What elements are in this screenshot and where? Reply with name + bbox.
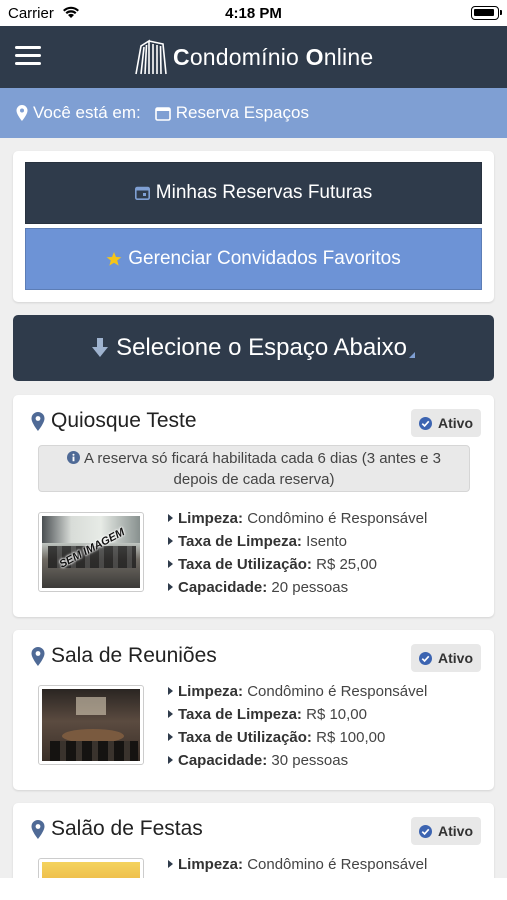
property-row: Capacidade: 30 pessoas <box>168 749 427 772</box>
space-thumbnail[interactable]: SEM IMAGEM <box>38 512 144 592</box>
top-navbar: Condomínio Online <box>0 26 507 88</box>
caret-right-icon <box>168 514 173 522</box>
clock: 4:18 PM <box>225 5 282 22</box>
map-pin-icon <box>31 411 45 431</box>
space-title: Sala de Reuniões <box>31 644 217 668</box>
reservation-notice: A reserva só ficará habilitada cada 6 di… <box>38 445 470 492</box>
party-hall-photo <box>42 862 140 878</box>
info-icon <box>67 451 81 464</box>
space-thumbnail[interactable] <box>38 858 144 878</box>
check-circle-icon <box>419 824 432 838</box>
space-name: Sala de Reuniões <box>51 644 217 667</box>
map-pin-icon <box>16 105 28 121</box>
property-row: Taxa de Utilização: R$ 100,00 <box>168 726 427 749</box>
caret-right-icon <box>168 860 173 868</box>
status-badge: Ativo <box>411 817 481 845</box>
breadcrumb-current[interactable]: Reserva Espaços <box>176 103 309 123</box>
favorite-guests-label: Gerenciar Convidados Favoritos <box>128 248 401 269</box>
star-icon <box>106 252 122 266</box>
space-title: Salão de Festas <box>31 817 203 841</box>
caret-right-icon <box>168 560 173 568</box>
meeting-room-photo <box>42 689 140 761</box>
space-card[interactable]: Quiosque Teste Ativo A reserva só ficará… <box>13 395 494 617</box>
status-label: Ativo <box>438 415 473 431</box>
main-content: Minhas Reservas Futuras Gerenciar Convid… <box>0 138 507 878</box>
space-name: Salão de Festas <box>51 817 203 840</box>
favorite-guests-button[interactable]: Gerenciar Convidados Favoritos <box>25 228 482 290</box>
brand-name: Condomínio Online <box>173 43 374 70</box>
space-properties: Limpeza: Condômino é Responsável <box>168 853 427 876</box>
space-name: Quiosque Teste <box>51 409 197 432</box>
caret-right-icon <box>168 583 173 591</box>
future-reservations-label: Minhas Reservas Futuras <box>155 182 373 203</box>
status-label: Ativo <box>438 823 473 839</box>
actions-panel: Minhas Reservas Futuras Gerenciar Convid… <box>13 151 494 302</box>
select-space-label: Selecione o Espaço Abaixo <box>116 334 407 361</box>
caret-right-icon <box>168 733 173 741</box>
breadcrumb-prefix: Você está em: <box>33 103 141 122</box>
map-pin-icon <box>31 646 45 666</box>
breadcrumb: Você está em: Reserva Espaços <box>0 88 507 138</box>
calendar-icon <box>134 186 150 200</box>
caret-right-icon <box>168 687 173 695</box>
property-row: Taxa de Utilização: R$ 25,00 <box>168 553 427 576</box>
property-row: Limpeza: Condômino é Responsável <box>168 680 427 703</box>
property-row: Taxa de Limpeza: Isento <box>168 530 427 553</box>
caret-right-icon <box>168 756 173 764</box>
space-thumbnail[interactable] <box>38 685 144 765</box>
map-pin-icon <box>31 819 45 839</box>
battery-icon <box>471 6 502 20</box>
property-row: Capacidade: 20 pessoas <box>168 576 427 599</box>
brand: Condomínio Online <box>133 38 373 76</box>
future-reservations-button[interactable]: Minhas Reservas Futuras <box>25 162 482 224</box>
check-circle-icon <box>419 651 432 665</box>
corner-caret-icon <box>408 352 415 358</box>
caret-right-icon <box>168 710 173 718</box>
space-properties: Limpeza: Condômino é Responsável Taxa de… <box>168 507 427 599</box>
menu-icon[interactable] <box>15 46 41 66</box>
space-properties: Limpeza: Condômino é Responsável Taxa de… <box>168 680 427 772</box>
status-badge: Ativo <box>411 644 481 672</box>
property-row: Taxa de Limpeza: R$ 10,00 <box>168 703 427 726</box>
property-row: Limpeza: Condômino é Responsável <box>168 507 427 530</box>
notice-text: A reserva só ficará habilitada cada 6 di… <box>84 450 441 488</box>
check-circle-icon <box>419 416 432 430</box>
building-logo-icon <box>135 39 167 75</box>
space-card[interactable]: Salão de Festas Ativo Limpeza: Condômino… <box>13 803 494 878</box>
select-space-header[interactable]: Selecione o Espaço Abaixo <box>13 315 494 381</box>
arrow-down-icon <box>92 338 109 357</box>
caret-right-icon <box>168 537 173 545</box>
kiosk-photo-placeholder: SEM IMAGEM <box>42 516 140 588</box>
space-title: Quiosque Teste <box>31 409 197 433</box>
calendar-icon <box>154 106 171 121</box>
status-badge: Ativo <box>411 409 481 437</box>
property-row: Limpeza: Condômino é Responsável <box>168 853 427 876</box>
space-card[interactable]: Sala de Reuniões Ativo Limpeza: Condômin… <box>13 630 494 790</box>
bottom-safe-area <box>0 878 507 900</box>
status-label: Ativo <box>438 650 473 666</box>
status-bar: Carrier 4:18 PM <box>0 0 507 26</box>
